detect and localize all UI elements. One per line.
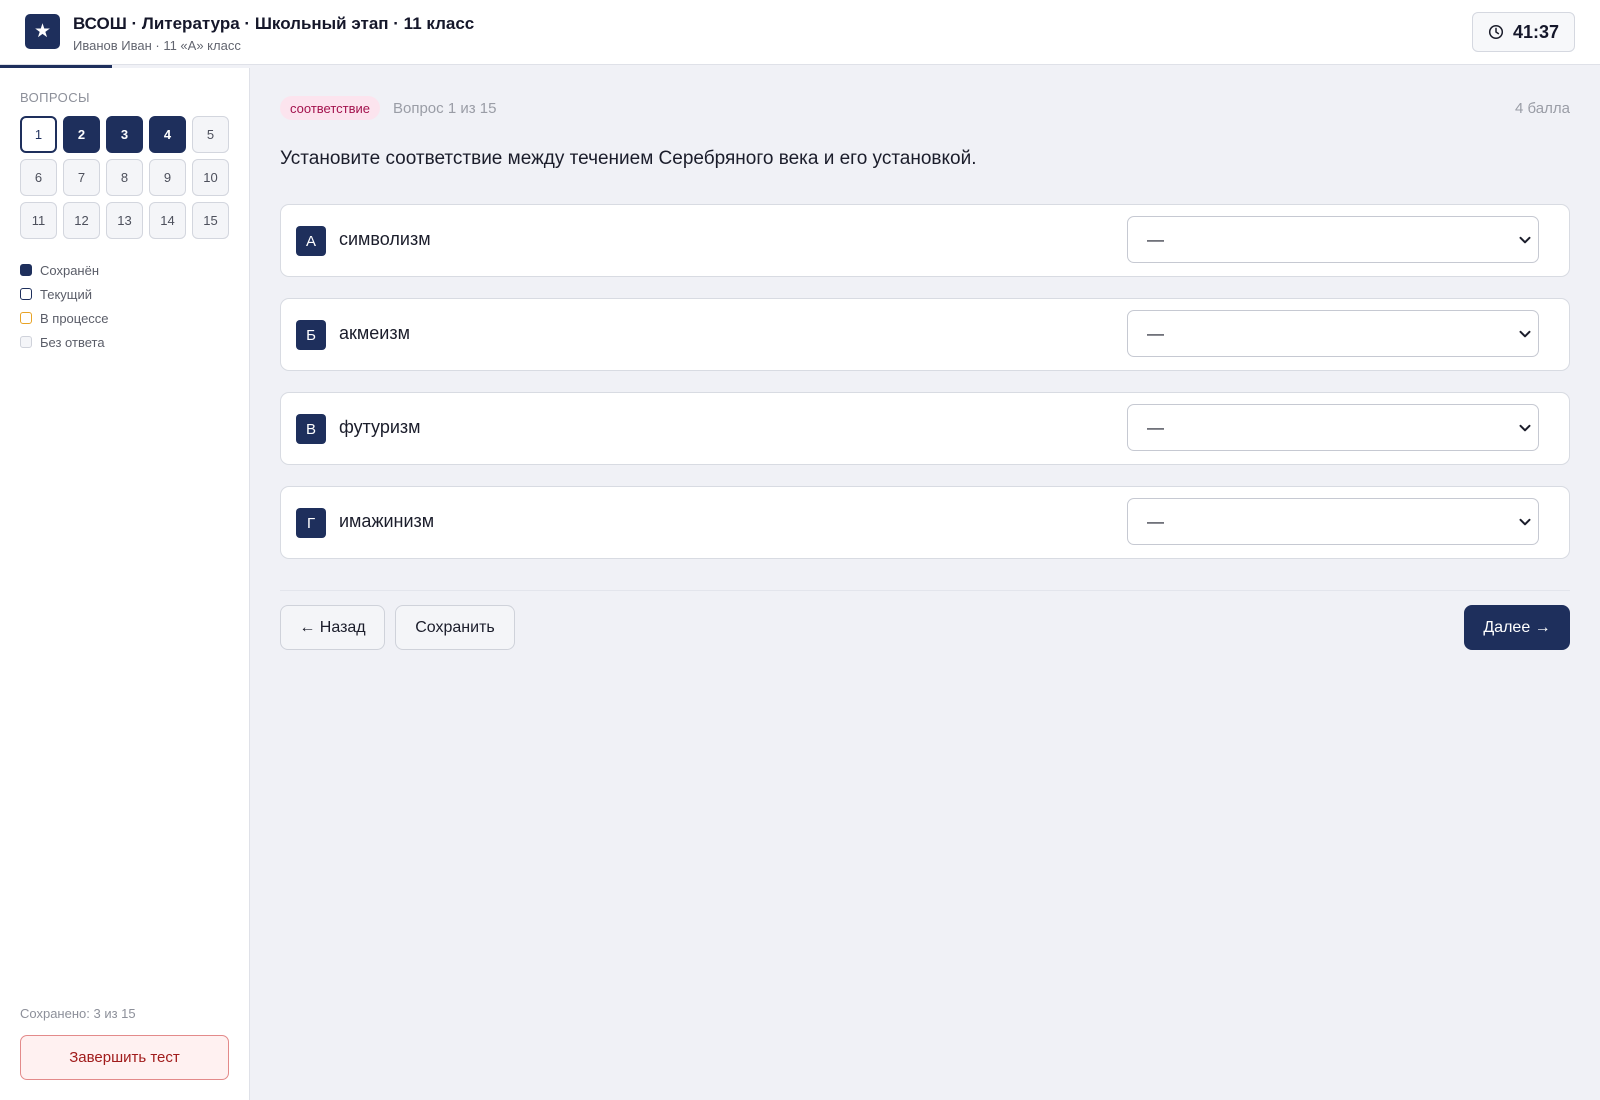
saved-count: Сохранено: 3 из 15 bbox=[20, 1006, 136, 1021]
match-rows: А символизм — Б акмеизм — В футуризм — Г bbox=[280, 204, 1570, 580]
row-letter: А bbox=[296, 226, 326, 256]
timer-value: 41:37 bbox=[1512, 21, 1560, 42]
question-nav-button[interactable]: 10 bbox=[192, 159, 229, 196]
row-term: символизм bbox=[339, 229, 431, 249]
legend-label: Текущий bbox=[40, 286, 92, 302]
legend-item: В процессе bbox=[20, 306, 109, 330]
chevron-down-icon bbox=[1519, 236, 1531, 244]
legend-item: Сохранён bbox=[20, 258, 109, 282]
question-panel: соответствие Вопрос 1 из 15 4 балла Уста… bbox=[250, 68, 1600, 1100]
questions-heading: ВОПРОСЫ bbox=[20, 90, 90, 105]
legend-item: Без ответа bbox=[20, 330, 109, 354]
legend-swatch bbox=[20, 312, 32, 324]
row-term: акмеизм bbox=[339, 323, 410, 343]
question-nav-button[interactable]: 4 bbox=[149, 116, 186, 153]
app-header: ★ ВСОШ · Литература · Школьный этап · 11… bbox=[0, 0, 1600, 65]
clock-icon bbox=[1488, 24, 1504, 40]
select-value: — bbox=[1147, 230, 1164, 249]
row-letter: В bbox=[296, 414, 326, 444]
question-nav-button[interactable]: 15 bbox=[192, 202, 229, 239]
question-nav-button[interactable]: 9 bbox=[149, 159, 186, 196]
match-select[interactable]: — bbox=[1127, 404, 1539, 451]
question-nav-button[interactable]: 3 bbox=[106, 116, 143, 153]
legend-label: Без ответа bbox=[40, 334, 105, 350]
question-nav-button[interactable]: 12 bbox=[63, 202, 100, 239]
star-logo-icon: ★ bbox=[25, 14, 60, 49]
question-nav-button[interactable]: 2 bbox=[63, 116, 100, 153]
legend-swatch bbox=[20, 264, 32, 276]
chevron-down-icon bbox=[1519, 424, 1531, 432]
row-term: футуризм bbox=[339, 417, 421, 437]
question-nav-button[interactable]: 13 bbox=[106, 202, 143, 239]
save-button[interactable]: Сохранить bbox=[395, 605, 515, 650]
app-title: ВСОШ · Литература · Школьный этап · 11 к… bbox=[73, 14, 475, 33]
match-row: А символизм — bbox=[280, 204, 1570, 277]
question-nav-button[interactable]: 11 bbox=[20, 202, 57, 239]
question-nav-button[interactable]: 8 bbox=[106, 159, 143, 196]
question-points: 4 балла bbox=[1515, 100, 1570, 117]
match-row: В футуризм — bbox=[280, 392, 1570, 465]
chevron-down-icon bbox=[1519, 518, 1531, 526]
match-select[interactable]: — bbox=[1127, 498, 1539, 545]
select-value: — bbox=[1147, 324, 1164, 343]
question-counter: Вопрос 1 из 15 bbox=[393, 100, 497, 117]
legend-label: В процессе bbox=[40, 310, 109, 326]
row-term: имажинизм bbox=[339, 511, 435, 531]
legend-label: Сохранён bbox=[40, 262, 100, 278]
select-value: — bbox=[1147, 512, 1164, 531]
legend-swatch bbox=[20, 288, 32, 300]
question-nav-button[interactable]: 1 bbox=[20, 116, 57, 153]
row-letter: Г bbox=[296, 508, 326, 538]
finish-test-button[interactable]: Завершить тест bbox=[20, 1035, 229, 1080]
divider bbox=[280, 590, 1570, 591]
legend-item: Текущий bbox=[20, 282, 109, 306]
match-row: Г имажинизм — bbox=[280, 486, 1570, 559]
question-grid: 1 2 3 4 5 6 7 8 9 10 11 12 13 14 15 bbox=[20, 116, 230, 239]
question-nav-button[interactable]: 6 bbox=[20, 159, 57, 196]
question-nav-button[interactable]: 14 bbox=[149, 202, 186, 239]
match-row: Б акмеизм — bbox=[280, 298, 1570, 371]
timer-display: 41:37 bbox=[1472, 12, 1575, 52]
chevron-down-icon bbox=[1519, 330, 1531, 338]
match-select[interactable]: — bbox=[1127, 310, 1539, 357]
question-nav-button[interactable]: 5 bbox=[192, 116, 229, 153]
status-legend: Сохранён Текущий В процессе Без ответа bbox=[20, 258, 109, 354]
select-value: — bbox=[1147, 418, 1164, 437]
student-info: Иванов Иван · 11 «А» класс bbox=[73, 38, 241, 53]
row-letter: Б bbox=[296, 320, 326, 350]
question-text: Установите соответствие между течением С… bbox=[280, 148, 977, 169]
question-type-badge: соответствие bbox=[280, 96, 380, 120]
back-button[interactable]: ← Назад bbox=[280, 605, 385, 650]
question-nav-button[interactable]: 7 bbox=[63, 159, 100, 196]
legend-swatch bbox=[20, 336, 32, 348]
match-select[interactable]: — bbox=[1127, 216, 1539, 263]
sidebar: ВОПРОСЫ 1 2 3 4 5 6 7 8 9 10 11 12 13 14 15 Сохранён Те… bbox=[0, 68, 250, 1100]
next-button[interactable]: Далее → bbox=[1464, 605, 1570, 650]
